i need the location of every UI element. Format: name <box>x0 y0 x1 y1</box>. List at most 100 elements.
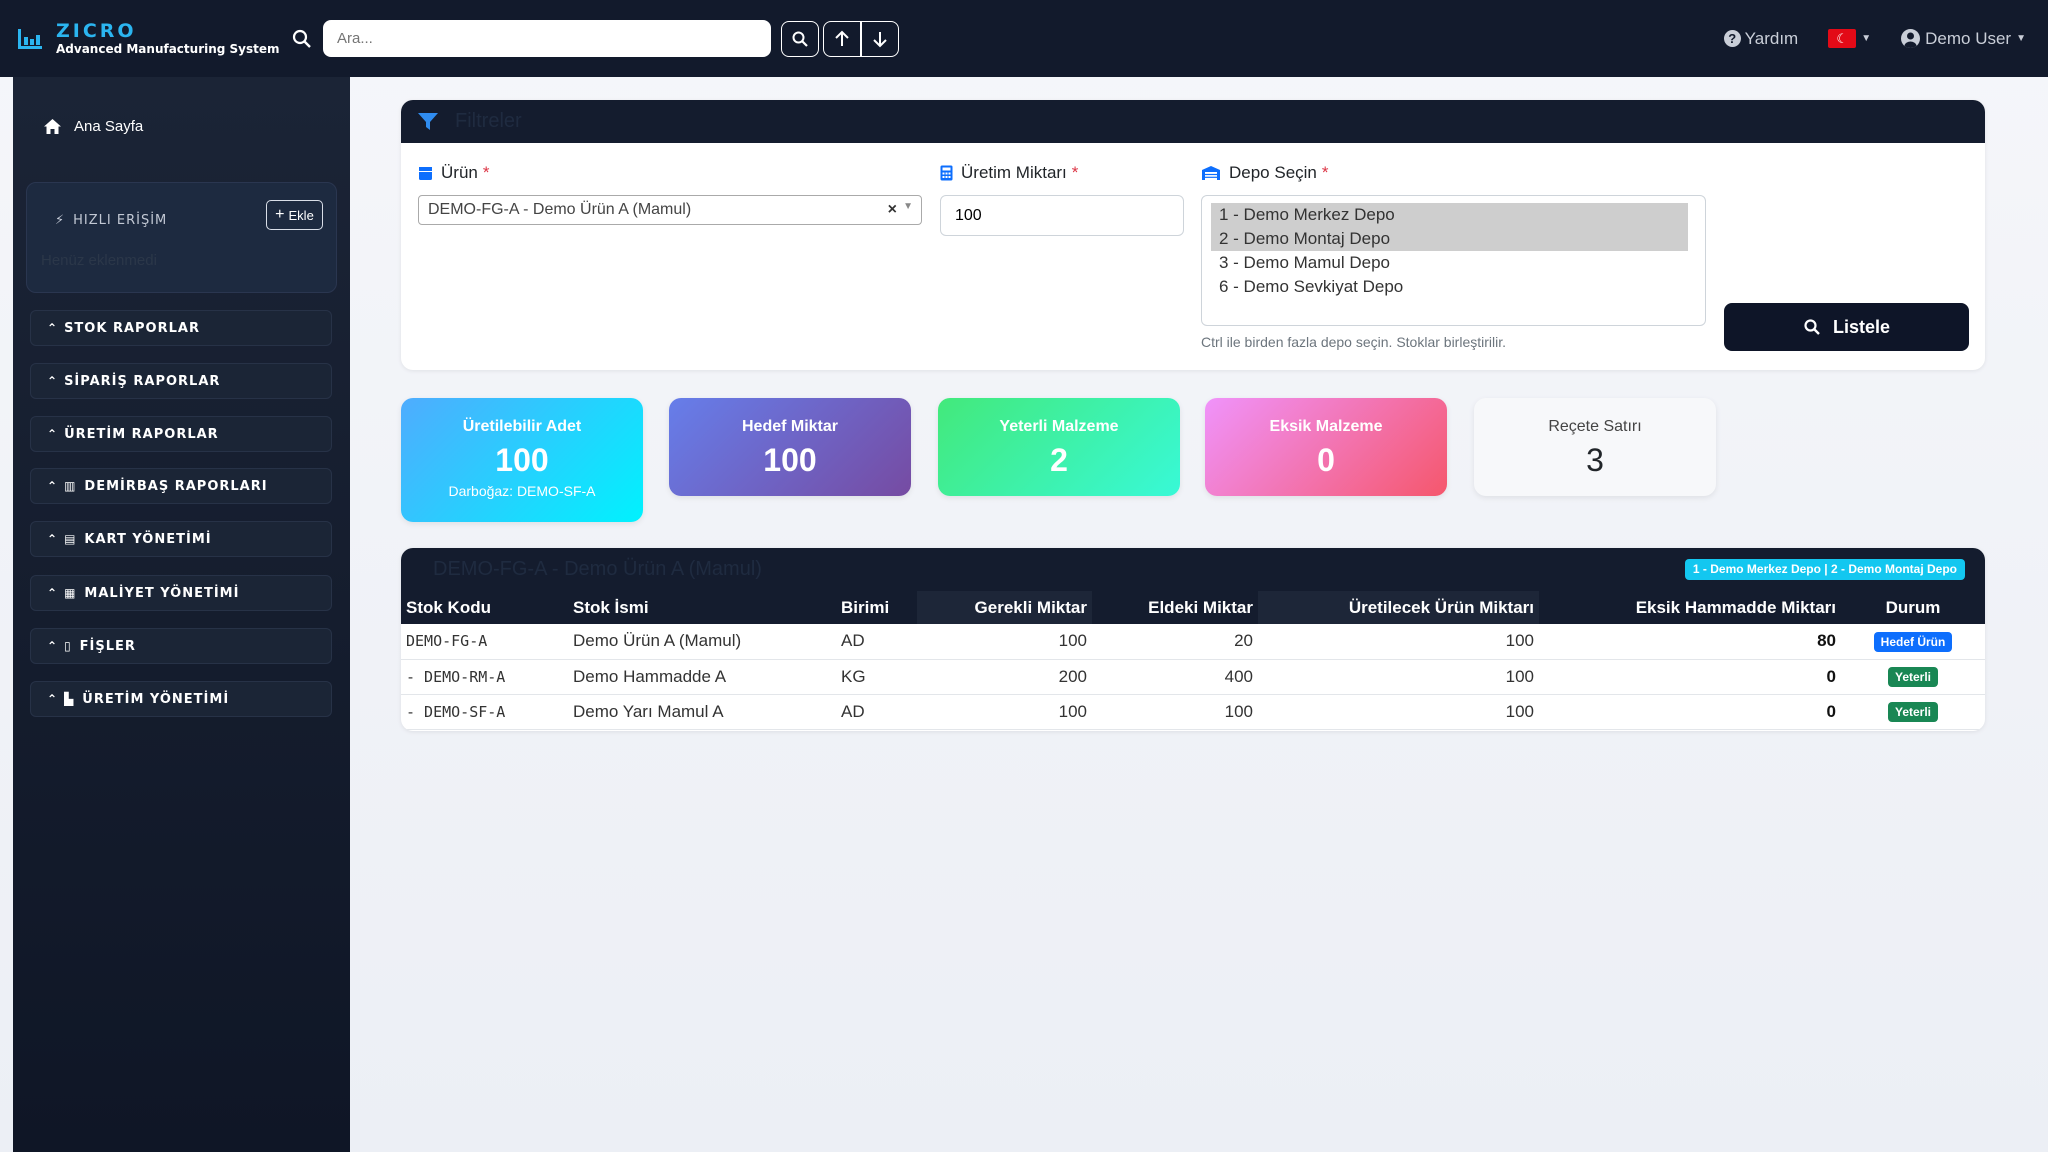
depot-label-text: Depo Seçin <box>1229 163 1317 182</box>
building-icon: ▥ <box>64 479 77 493</box>
cell-required: 100 <box>917 624 1092 660</box>
help-label: Yardım <box>1744 28 1799 48</box>
table-row: DEMO-FG-A Demo Ürün A (Mamul) AD 100 20 … <box>401 624 1985 660</box>
quick-access-empty: Henüz eklenmedi <box>41 252 157 269</box>
sidebar-item-label: Ana Sayfa <box>74 118 144 135</box>
warehouse-icon <box>1202 166 1220 180</box>
card-recipe-rows: Reçete Satırı 3 <box>1474 398 1716 496</box>
col-required[interactable]: Gerekli Miktar <box>917 591 1092 624</box>
product-label: Ürün * <box>418 163 489 183</box>
search-button[interactable] <box>781 20 819 57</box>
lightning-icon: ⚡ <box>55 213 66 228</box>
col-stock-code[interactable]: Stok Kodu <box>401 591 568 624</box>
card-value: 3 <box>1586 442 1604 478</box>
add-quick-access-button[interactable]: + Ekle <box>266 200 323 230</box>
col-missing[interactable]: Eksik Hammadde Miktarı <box>1539 591 1841 624</box>
col-stock-name[interactable]: Stok İsmi <box>568 591 836 624</box>
language-selector[interactable]: ☾ ▼ <box>1828 29 1871 48</box>
col-unit[interactable]: Birimi <box>836 591 917 624</box>
cell-code: DEMO-FG-A <box>401 624 568 660</box>
chevron-up-icon: ⌃ <box>47 692 59 706</box>
search-input[interactable] <box>323 20 771 57</box>
cell-missing: 0 <box>1539 694 1841 730</box>
depot-option[interactable]: 6 - Demo Sevkiyat Depo <box>1215 275 1692 299</box>
industry-icon: ▙ <box>64 692 75 706</box>
filters-title: Filtreler <box>455 110 522 132</box>
sidebar-menu-stock-reports[interactable]: ⌃ STOK RAPORLAR <box>30 310 332 346</box>
depot-option[interactable]: 2 - Demo Montaj Depo <box>1211 227 1688 251</box>
quantity-label: Üretim Miktarı * <box>940 163 1078 183</box>
cell-unit: AD <box>836 624 917 660</box>
sidebar-menu-order-reports[interactable]: ⌃ SİPARİŞ RAPORLAR <box>30 363 332 399</box>
cell-onhand: 100 <box>1092 694 1258 730</box>
quantity-label-text: Üretim Miktarı <box>961 163 1067 182</box>
cell-code: - DEMO-SF-A <box>401 694 568 730</box>
chevron-up-icon: ⌃ <box>47 586 59 600</box>
caret-down-icon: ▼ <box>903 201 913 212</box>
arrow-down-icon <box>873 31 887 47</box>
sidebar-menu-label: ÜRETİM YÖNETİMİ <box>82 691 230 707</box>
depot-option[interactable]: 3 - Demo Mamul Depo <box>1215 251 1692 275</box>
sidebar-menu-label: DEMİRBAŞ RAPORLARI <box>84 478 268 494</box>
search-icon <box>792 31 808 47</box>
sidebar-menu-label: ÜRETİM RAPORLAR <box>64 426 219 442</box>
cell-code: - DEMO-RM-A <box>401 659 568 695</box>
chevron-up-icon: ⌃ <box>47 427 59 441</box>
card-sub: Darboğaz: DEMO-SF-A <box>448 483 596 499</box>
col-producible[interactable]: Üretilecek Ürün Miktarı <box>1258 591 1539 624</box>
cell-producible: 100 <box>1258 694 1539 730</box>
clear-icon[interactable]: × <box>888 201 897 219</box>
help-link[interactable]: ? Yardım <box>1723 28 1799 49</box>
card-missing: Eksik Malzeme 0 <box>1205 398 1447 496</box>
table-header-row: Stok Kodu Stok İsmi Birimi Gerekli Mikta… <box>401 591 1985 624</box>
user-name: Demo User <box>1925 28 2012 48</box>
sidebar-menu-label: STOK RAPORLAR <box>64 320 200 336</box>
col-status[interactable]: Durum <box>1841 591 1985 624</box>
card-value: 100 <box>763 442 817 478</box>
status-badge: Yeterli <box>1887 667 1939 687</box>
app-subtitle: Advanced Manufacturing System <box>56 41 280 56</box>
brand[interactable]: ZICRO Advanced Manufacturing System <box>16 21 296 57</box>
filters-panel: Filtreler Ürün * DEMO-FG-A - Demo Ürün A … <box>401 100 1985 370</box>
cell-name: Demo Ürün A (Mamul) <box>568 624 836 660</box>
depot-multiselect[interactable]: 1 - Demo Merkez Depo 2 - Demo Montaj Dep… <box>1201 195 1706 326</box>
search-icon <box>1804 319 1820 335</box>
card-label: Hedef Miktar <box>741 418 839 435</box>
sidebar-menu-label: KART YÖNETİMİ <box>84 531 212 547</box>
card-target: Hedef Miktar 100 <box>669 398 911 496</box>
plus-icon: + <box>275 206 285 223</box>
cell-name: Demo Yarı Mamul A <box>568 694 836 730</box>
sidebar-menu-fixed-asset-reports[interactable]: ⌃ ▥ DEMİRBAŞ RAPORLARI <box>30 468 332 504</box>
sidebar-menu-label: SİPARİŞ RAPORLAR <box>64 373 221 389</box>
cell-status: Yeterli <box>1841 694 1985 730</box>
id-card-icon: ▤ <box>64 532 77 546</box>
top-navbar: ZICRO Advanced Manufacturing System ? Ya… <box>0 0 2048 77</box>
list-button-label: Listele <box>1832 316 1891 337</box>
card-label: Yeterli Malzeme <box>999 418 1119 435</box>
sidebar-menu-card-management[interactable]: ⌃ ▤ KART YÖNETİMİ <box>30 521 332 557</box>
card-label: Reçete Satırı <box>1548 418 1642 435</box>
cell-producible: 100 <box>1258 659 1539 695</box>
next-result-button[interactable] <box>861 20 899 57</box>
sidebar-menu-cost-management[interactable]: ⌃ ▦ MALİYET YÖNETİMİ <box>30 575 332 611</box>
calculator-icon: ▦ <box>64 586 77 600</box>
user-menu[interactable]: Demo User ▼ <box>1901 29 2026 49</box>
sidebar-menu-receipts[interactable]: ⌃ ▯ FİŞLER <box>30 628 332 664</box>
cell-status: Yeterli <box>1841 659 1985 695</box>
sidebar-menu-production-reports[interactable]: ⌃ ÜRETİM RAPORLAR <box>30 416 332 452</box>
quantity-input[interactable] <box>940 195 1184 236</box>
sidebar-menu-production-management[interactable]: ⌃ ▙ ÜRETİM YÖNETİMİ <box>30 681 332 717</box>
result-header: DEMO-FG-A - Demo Ürün A (Mamul) 1 - Demo… <box>401 548 1985 591</box>
product-select[interactable]: DEMO-FG-A - Demo Ürün A (Mamul) × ▼ <box>418 195 922 225</box>
prev-result-button[interactable] <box>823 20 861 57</box>
factory-logo-icon <box>18 28 42 49</box>
sidebar-item-home[interactable]: Ana Sayfa <box>43 118 143 135</box>
turkey-flag-icon: ☾ <box>1828 29 1857 48</box>
cell-status: Hedef Ürün <box>1841 624 1985 660</box>
sidebar-menu-label: FİŞLER <box>79 638 136 654</box>
col-onhand[interactable]: Eldeki Miktar <box>1092 591 1258 624</box>
card-value: 0 <box>1317 442 1335 478</box>
arrow-up-icon <box>835 30 849 46</box>
depot-option[interactable]: 1 - Demo Merkez Depo <box>1211 203 1688 227</box>
list-button[interactable]: Listele <box>1724 303 1969 351</box>
